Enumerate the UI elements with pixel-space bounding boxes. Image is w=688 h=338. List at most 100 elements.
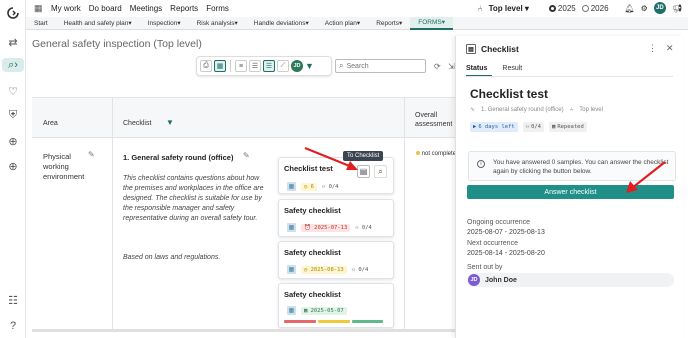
card-title: Safety checklist bbox=[284, 248, 341, 257]
checklist-panel: ▤ Checklist ⋮ ✕ Status Result Checklist … bbox=[455, 36, 683, 338]
table-header: Area Checklist ▼ Overall assessment bbox=[32, 97, 456, 138]
sender-chip: JD John Doe bbox=[467, 273, 674, 287]
bell-icon[interactable]: 🔔︎ bbox=[625, 4, 635, 13]
repeat-badge: ▦ Repeated bbox=[549, 122, 587, 132]
nav-forms[interactable]: Forms bbox=[206, 4, 229, 13]
edit-checklist-icon[interactable]: ✎ bbox=[243, 151, 250, 160]
shield-search-icon[interactable]: ⊕ bbox=[6, 134, 20, 148]
left-rail: ⇄ ⌕› ♡ ⛨ ⊕ ⊕ ☷ ? bbox=[0, 0, 26, 338]
edit-area-icon[interactable]: ✎ bbox=[88, 150, 95, 159]
to-checklist-button[interactable]: ▤ bbox=[357, 165, 370, 178]
checklist-icon: ▤ bbox=[466, 44, 476, 54]
expand-icon[interactable]: ⇲ bbox=[448, 62, 455, 71]
compact-list-icon[interactable]: ☰ bbox=[249, 60, 261, 72]
date-pill: ◷ 6 bbox=[301, 182, 317, 191]
info-icon: i bbox=[477, 160, 485, 168]
panel-title: Checklist test bbox=[470, 87, 549, 101]
date-pill: ◷ 2025-08-13 bbox=[301, 265, 347, 274]
search-icon: ⌕ bbox=[339, 61, 344, 70]
calendar-icon: ▦ bbox=[287, 223, 296, 232]
search-nav-icon[interactable]: ⌕› bbox=[2, 58, 24, 72]
toolbar-avatar[interactable]: JD bbox=[291, 60, 303, 72]
shield-icon[interactable]: ⛨ bbox=[6, 108, 20, 122]
view-toolbar: ⎙ ▦ ≡ ☰ ☰ ⟋ JD ▼ bbox=[196, 56, 332, 76]
checklist-filter-icon[interactable]: ▼ bbox=[166, 118, 174, 127]
flow-icon: ∿ bbox=[470, 107, 476, 113]
header-overall-assessment: Overall assessment bbox=[415, 112, 453, 128]
people-icon[interactable]: ☷ bbox=[6, 293, 20, 307]
app-logo-icon[interactable] bbox=[6, 6, 20, 20]
checklist-card[interactable]: Safety checklist ▦ ◷ 2025-08-13 ⚇ 0/4 bbox=[278, 241, 394, 279]
year-radio-2026[interactable]: 2026 bbox=[581, 4, 609, 13]
nav-meetings[interactable]: Meetings bbox=[130, 4, 162, 13]
header-area: Area bbox=[43, 120, 58, 127]
search-box[interactable]: ⌕ bbox=[335, 59, 426, 73]
nav-do-board[interactable]: Do board bbox=[89, 4, 122, 13]
sender-name: John Doe bbox=[485, 276, 517, 284]
tab-inspection[interactable]: Inspection ▾ bbox=[140, 17, 189, 30]
days-left-badge: ▶ 6 days left bbox=[470, 122, 518, 132]
nav-reports[interactable]: Reports bbox=[170, 4, 198, 13]
close-icon[interactable]: ✕ bbox=[666, 43, 674, 54]
page-title: General safety inspection (Top level) bbox=[32, 38, 202, 50]
panel-subtitle: ∿ 1. General safety round (office) ⑃ Top… bbox=[470, 106, 603, 114]
checklist-card[interactable]: Safety checklist ▦ ⏰ 2025-07-13 ⚇ 0/4 bbox=[278, 199, 394, 237]
card-title: Safety checklist bbox=[284, 290, 341, 299]
checklist-title[interactable]: 1. General safety round (office) bbox=[123, 153, 233, 162]
info-text: You have answered 0 samples. You can ans… bbox=[493, 159, 669, 175]
card-title: Checklist test bbox=[284, 164, 333, 173]
chart-icon[interactable]: ⟋ bbox=[277, 60, 289, 72]
search-input[interactable] bbox=[346, 62, 417, 70]
print-icon[interactable]: ⎙ bbox=[200, 60, 212, 72]
apps-grid-icon[interactable]: ▦ bbox=[34, 4, 43, 13]
more-options-icon[interactable]: ⋮ bbox=[648, 43, 657, 54]
answer-count: ⚇ 0/4 bbox=[351, 266, 369, 273]
table-view-icon[interactable]: ▦ bbox=[214, 60, 226, 72]
checklist-note: Based on laws and regulations. bbox=[123, 254, 221, 261]
answered-badge: ⚇ 0/4 bbox=[522, 122, 544, 132]
help-icon[interactable]: ? bbox=[6, 319, 20, 333]
filter-icon[interactable]: ▼ bbox=[305, 61, 314, 71]
user-avatar[interactable]: JD bbox=[653, 2, 666, 14]
year-radio-2025[interactable]: 2025 bbox=[548, 4, 576, 13]
tab-health-safety-plan[interactable]: Health and safety plan ▾ bbox=[56, 17, 140, 30]
level-select[interactable]: Top level ▾ bbox=[489, 4, 529, 13]
calendar-icon: ▦ bbox=[287, 306, 296, 315]
status-dot-icon bbox=[416, 151, 420, 155]
tab-start[interactable]: Start bbox=[26, 17, 56, 30]
top-bar: ▦ My work Do board Meetings Reports Form… bbox=[26, 0, 688, 17]
tab-handle-deviations[interactable]: Handle deviations ▾ bbox=[246, 17, 317, 30]
sent-label: Sent out by bbox=[467, 264, 503, 271]
tab-forms[interactable]: FORMS ▾ bbox=[410, 16, 453, 30]
tab-risk-analysis[interactable]: Risk analysis ▾ bbox=[189, 17, 246, 30]
next-value: 2025-08-14 - 2025-08-20 bbox=[467, 250, 545, 257]
detail-list-icon[interactable]: ☰ bbox=[263, 60, 275, 72]
add-circle-icon[interactable]: ⊕ bbox=[6, 159, 20, 173]
tooltip: To Checklist bbox=[343, 151, 384, 161]
header-checklist: Checklist bbox=[123, 120, 152, 127]
status-badge: not completed bbox=[416, 150, 459, 159]
list-view-icon[interactable]: ≡ bbox=[235, 60, 247, 72]
refresh-icon[interactable]: ⟳ bbox=[434, 62, 441, 71]
zoom-icon[interactable]: ⌕ bbox=[374, 165, 387, 178]
tab-reports[interactable]: Reports ▾ bbox=[368, 17, 410, 30]
next-label: Next occurrence bbox=[467, 240, 518, 247]
checklist-card[interactable]: Safety checklist ▦ ▦ 2025-05-07 bbox=[278, 283, 394, 328]
play-icon: ▶ bbox=[473, 124, 477, 130]
card-title: Safety checklist bbox=[284, 206, 341, 215]
calendar-icon: ▦ bbox=[552, 124, 556, 130]
horizontal-scrollbar[interactable] bbox=[32, 329, 456, 332]
heart-icon[interactable]: ♡ bbox=[6, 84, 20, 98]
ongoing-label: Ongoing occurrence bbox=[467, 219, 531, 226]
workflow-icon[interactable]: ⇄ bbox=[6, 35, 20, 49]
gear-icon[interactable]: ⚙ bbox=[641, 4, 648, 13]
nav-my-work[interactable]: My work bbox=[51, 4, 81, 13]
tab-action-plan[interactable]: Action plan ▾ bbox=[317, 17, 368, 30]
megaphone-icon[interactable]: 📢︎ bbox=[672, 4, 682, 13]
panel-header: Checklist bbox=[481, 44, 519, 54]
answer-checklist-button[interactable]: Answer checklist bbox=[467, 185, 674, 199]
checklist-card[interactable]: Checklist test ▤ ⌕ ▦ ◷ 6 ⚇ 0/4 bbox=[278, 157, 394, 194]
info-box: i You have answered 0 samples. You can a… bbox=[468, 151, 676, 181]
area-cell: Physical working environment bbox=[43, 152, 85, 181]
module-tabs: Start Health and safety plan ▾ Inspection… bbox=[26, 16, 688, 30]
